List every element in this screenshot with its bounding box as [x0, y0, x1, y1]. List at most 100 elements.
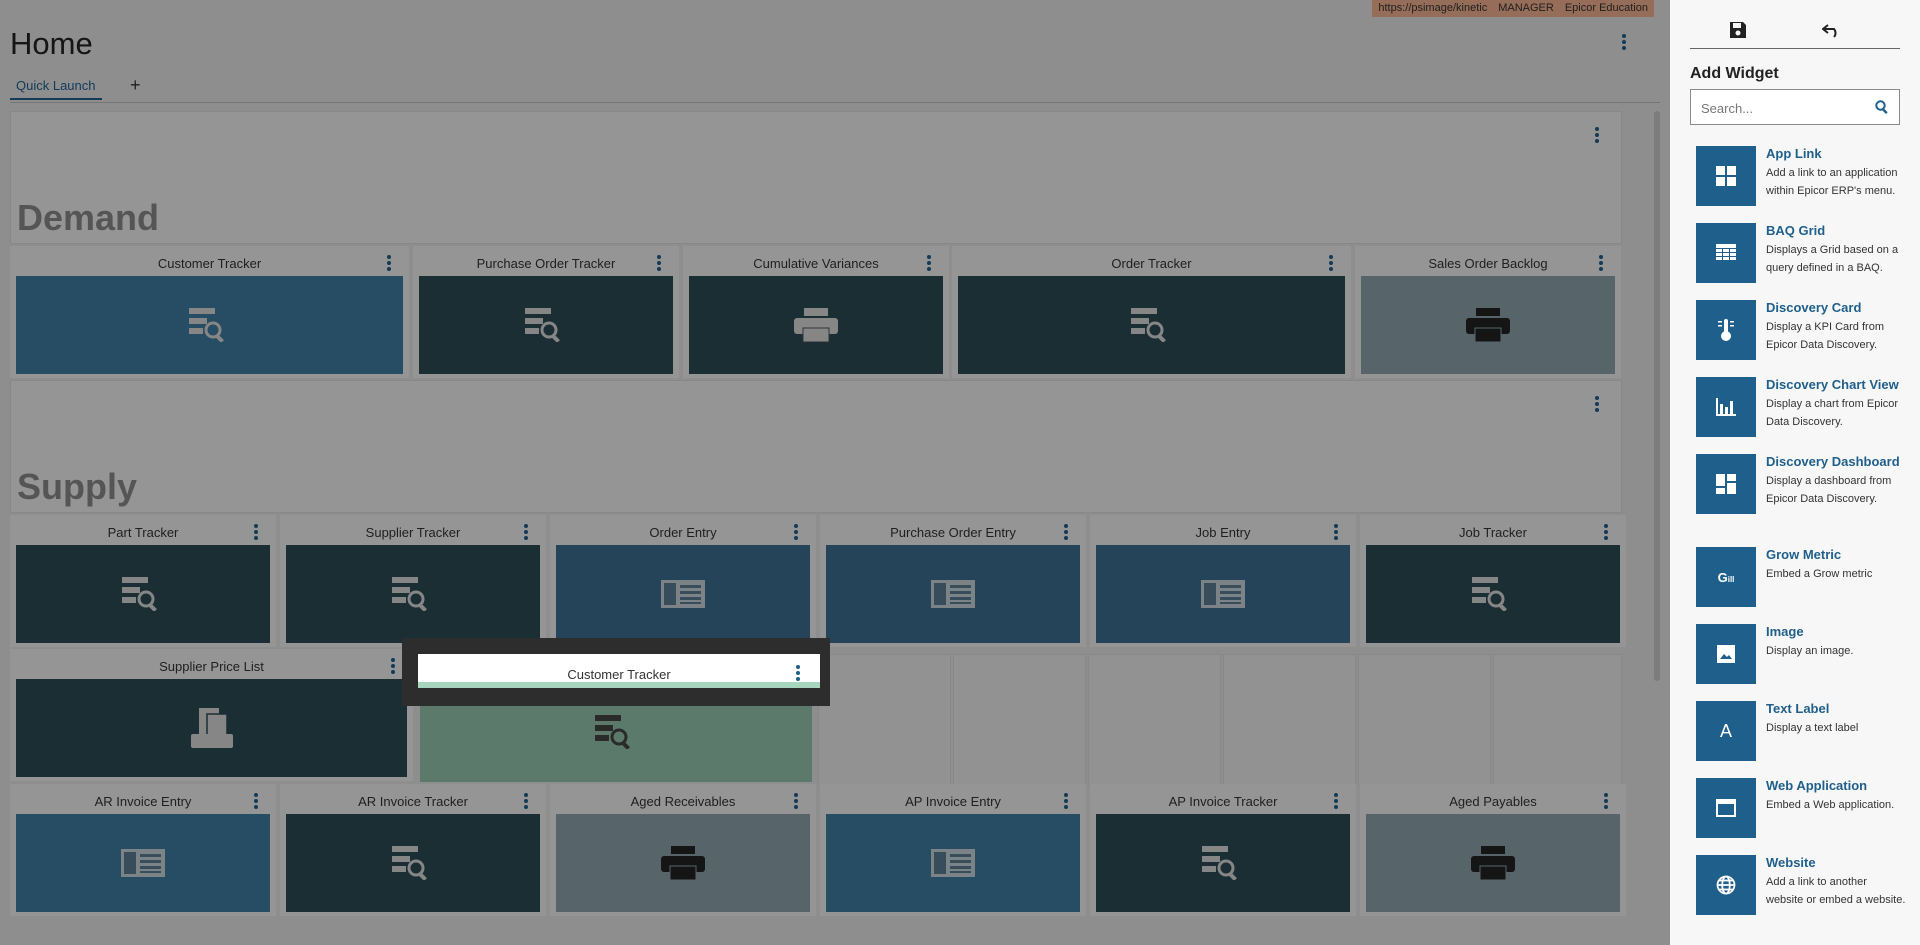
card-body[interactable]: [826, 545, 1080, 643]
card-body[interactable]: [826, 814, 1080, 912]
card-menu-icon[interactable]: [1325, 254, 1337, 272]
printer-icon: [661, 846, 705, 880]
widget-discovery-card[interactable]: Discovery Card Display a KPI Card from Ep…: [1696, 300, 1906, 370]
widget-website[interactable]: Website Add a link to another website or …: [1696, 855, 1906, 925]
launch-card[interactable]: Purchase Order Entry: [820, 515, 1086, 647]
card-menu-icon[interactable]: [387, 657, 399, 675]
widget-name: Image: [1766, 624, 1804, 639]
card-body[interactable]: [16, 679, 407, 777]
entry-form-icon: [121, 849, 165, 877]
launch-card[interactable]: Job Entry: [1090, 515, 1356, 647]
dashboard-icon: [1696, 454, 1756, 514]
launch-card[interactable]: Aged Receivables: [550, 784, 816, 916]
launch-card[interactable]: Supplier Price List: [10, 649, 413, 781]
widget-discovery-dashboard[interactable]: Discovery Dashboard Display a dashboard f…: [1696, 454, 1906, 524]
card-menu-icon[interactable]: [790, 523, 802, 541]
entry-form-icon: [1201, 580, 1245, 608]
widget-search: [1690, 89, 1900, 125]
image-icon: [1696, 624, 1756, 684]
card-menu-icon[interactable]: [1330, 792, 1342, 810]
card-menu-icon[interactable]: [923, 254, 935, 272]
card-body[interactable]: [556, 814, 810, 912]
card-body[interactable]: [958, 276, 1345, 374]
card-menu-icon[interactable]: [520, 792, 532, 810]
widget-description: Display an image.: [1766, 645, 1854, 657]
card-body[interactable]: [419, 276, 673, 374]
section-menu-icon[interactable]: [1591, 126, 1603, 144]
card-body[interactable]: [286, 545, 540, 643]
widget-baq-grid[interactable]: BAQ Grid Displays a Grid based on a query…: [1696, 223, 1906, 293]
report-docs-icon: [190, 708, 233, 748]
card-title: Job Tracker: [1459, 525, 1527, 540]
card-menu-icon[interactable]: [1330, 523, 1342, 541]
card-menu-icon[interactable]: [250, 792, 262, 810]
widget-discovery-chart-view[interactable]: Discovery Chart View Display a chart from…: [1696, 377, 1906, 447]
launch-card[interactable]: Supplier Tracker: [280, 515, 546, 647]
section-demand[interactable]: Demand: [10, 111, 1622, 244]
launch-card[interactable]: Order Tracker: [952, 246, 1351, 378]
card-title: AP Invoice Tracker: [1168, 794, 1278, 809]
grow-logo-icon: Gill: [1696, 547, 1756, 607]
card-menu-icon[interactable]: [653, 254, 665, 272]
add-tab-button[interactable]: +: [130, 74, 141, 96]
card-menu-icon[interactable]: [383, 254, 395, 272]
launch-card[interactable]: Purchase Order Tracker: [413, 246, 679, 378]
dashboard-scrollbar[interactable]: [1654, 111, 1660, 681]
widget-name: Discovery Card: [1766, 300, 1862, 315]
undo-icon[interactable]: [1817, 16, 1847, 44]
launch-card[interactable]: AR Invoice Tracker: [280, 784, 546, 916]
card-menu-icon[interactable]: [1600, 792, 1612, 810]
card-body[interactable]: [16, 276, 403, 374]
launch-card[interactable]: AP Invoice Tracker: [1090, 784, 1356, 916]
card-body[interactable]: [1361, 276, 1615, 374]
card-body[interactable]: [1366, 814, 1620, 912]
card-title: Cumulative Variances: [753, 256, 879, 271]
widget-grow-metric[interactable]: Gill Grow Metric Embed a Grow metric: [1696, 547, 1906, 617]
card-body[interactable]: [556, 545, 810, 643]
widget-image[interactable]: Image Display an image.: [1696, 624, 1906, 694]
dashboard-main: https://psimage/kinetic MANAGER Epicor E…: [0, 0, 1670, 945]
launch-card[interactable]: Cumulative Variances: [683, 246, 949, 378]
card-body[interactable]: [1096, 545, 1350, 643]
card-menu-icon[interactable]: [792, 664, 804, 682]
search-icon[interactable]: [1875, 100, 1889, 119]
card-body[interactable]: [1366, 545, 1620, 643]
launch-card[interactable]: Order Entry: [550, 515, 816, 647]
tab-quick-launch[interactable]: Quick Launch: [10, 74, 102, 100]
entry-form-icon: [931, 580, 975, 608]
launch-card[interactable]: Aged Payables: [1360, 784, 1626, 916]
card-body[interactable]: [1096, 814, 1350, 912]
card-menu-icon[interactable]: [1600, 523, 1612, 541]
section-supply[interactable]: Supply: [10, 380, 1622, 513]
empty-grid-cell: [1223, 654, 1356, 786]
widget-web-application[interactable]: Web Application Embed a Web application.: [1696, 778, 1906, 848]
card-body[interactable]: [689, 276, 943, 374]
empty-grid-cell: [1088, 654, 1221, 786]
widget-description: Embed a Grow metric: [1766, 568, 1873, 580]
widget-app-link[interactable]: App Link Add a link to an application wit…: [1696, 146, 1906, 216]
launch-card[interactable]: AP Invoice Entry: [820, 784, 1086, 916]
section-menu-icon[interactable]: [1591, 395, 1603, 413]
card-body[interactable]: [16, 545, 270, 643]
card-menu-icon[interactable]: [1595, 254, 1607, 272]
card-body[interactable]: [16, 814, 270, 912]
card-menu-icon[interactable]: [250, 523, 262, 541]
widget-text-label[interactable]: A Text Label Display a text label: [1696, 701, 1906, 771]
card-body[interactable]: [286, 814, 540, 912]
tracker-icon: [1472, 577, 1514, 611]
empty-grid-cell: [1358, 654, 1491, 786]
launch-card[interactable]: AR Invoice Entry: [10, 784, 276, 916]
card-menu-icon[interactable]: [790, 792, 802, 810]
launch-card[interactable]: Part Tracker: [10, 515, 276, 647]
launch-card[interactable]: Sales Order Backlog: [1355, 246, 1621, 378]
save-icon[interactable]: [1723, 16, 1753, 44]
launch-card[interactable]: Customer Tracker: [10, 246, 409, 378]
launch-card[interactable]: Job Tracker: [1360, 515, 1626, 647]
page-menu-icon[interactable]: [1618, 33, 1630, 51]
card-menu-icon[interactable]: [1060, 523, 1072, 541]
card-menu-icon[interactable]: [520, 523, 532, 541]
card-menu-icon[interactable]: [1060, 792, 1072, 810]
dragging-card[interactable]: Customer Tracker: [418, 654, 820, 688]
globe-icon: [1696, 855, 1756, 915]
search-input[interactable]: [1699, 98, 1868, 118]
